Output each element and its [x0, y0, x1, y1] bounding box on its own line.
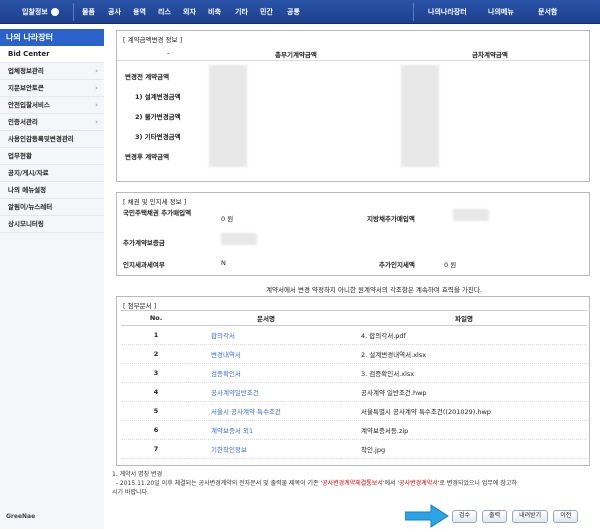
redacted-value: [453, 209, 489, 221]
header-doc: 문서명: [191, 310, 341, 326]
inspect-button[interactable]: 검수: [452, 510, 478, 523]
attachments-table: No. 문서명 파일명 1 합의각서 4. 합의각서.pdf 2 변경내역서 2…: [121, 310, 587, 459]
stamp-amount-label: 추가인지세액: [379, 261, 415, 269]
print-button[interactable]: 출력: [482, 510, 508, 523]
top-navigation-bar: 입찰정보 물품 공사 용역 리스 외자 비축 기타 민간 공통 나의나라장터 나…: [0, 0, 600, 24]
section-title: [ 채권 및 인지세 정보 ]: [123, 198, 187, 206]
table-row: 3 검증확인서 3. 검증확인서.xlsx: [121, 363, 587, 383]
footnote: 1. 계약서 명칭 변경 - 2015.11.20일 이후 체결되는 공사변경계…: [112, 471, 517, 496]
nav-lease[interactable]: 리스: [158, 0, 171, 24]
row-label-design: 1) 설계변경금액: [135, 93, 181, 101]
sidebar-title: 나의 나라장터: [0, 29, 104, 46]
notice-text: 계약서에서 변경 약정하지 아니한 원계약서의 각조항은 계속하여 효력을 가진…: [266, 286, 482, 294]
nav-my-market[interactable]: 나의나라장터: [428, 0, 467, 24]
nav-document-box[interactable]: 문서함: [538, 0, 557, 24]
greenae-logo: GreeNae: [6, 513, 36, 520]
table-row: 6 계약보증서 외1 계약보증서등.zip: [121, 420, 587, 440]
nav-service[interactable]: 용역: [133, 0, 146, 24]
redacted-value: [221, 233, 257, 245]
table-row: 4 공사계약일반조건 공사계약 일반조건.hwp: [121, 382, 587, 402]
download-button[interactable]: 내려받기: [512, 510, 549, 523]
header-no: No.: [121, 310, 191, 326]
document-link[interactable]: 검증확인서: [191, 363, 341, 383]
chevron-right-icon: ›: [95, 101, 98, 109]
sidebar-item-safe-bid[interactable]: 안전입찰서비스 ›: [0, 97, 104, 114]
pointer-arrow-icon: [405, 504, 449, 528]
document-link[interactable]: 기한착인정보: [191, 439, 341, 459]
nav-divider: [73, 3, 74, 21]
sidebar-item-monitoring[interactable]: 상시모니터링: [0, 216, 104, 233]
nav-etc[interactable]: 기타: [235, 0, 248, 24]
nav-common[interactable]: 공통: [287, 0, 300, 24]
table-header-row: - 총부기계약금액 금차계약금액: [117, 49, 589, 61]
sidebar-item-my-menu-settings[interactable]: 나의 메뉴설정: [0, 182, 104, 199]
stamp-tax-label: 인지세과세여부: [123, 261, 165, 269]
nav-divider: [413, 3, 414, 21]
bid-info-icon: [50, 8, 59, 16]
table-row: 7 기한착인정보 착인.jpg: [121, 439, 587, 459]
table-header-row: No. 문서명 파일명: [121, 310, 587, 326]
chevron-right-icon: ›: [95, 118, 98, 126]
action-buttons: 검수 출력 내려받기 이전: [452, 510, 579, 523]
table-row: 2 변경내역서 2. 설계변경내역서.xlsx: [121, 344, 587, 364]
national-bond-label: 국민주택채권 추가매입액: [123, 209, 192, 217]
sidebar-item-certificate[interactable]: 인증서관리 ›: [0, 114, 104, 131]
row-label-after: 변경후 계약금액: [125, 153, 170, 161]
file-name: 계약보증서등.zip: [341, 420, 587, 440]
nav-private[interactable]: 민간: [260, 0, 273, 24]
sidebar-item-seal-management[interactable]: 사용인감등록및변경관리: [0, 131, 104, 148]
attachments-section: [ 첨부문서 ] No. 문서명 파일명 1 합의각서 4. 합의각서.pdf …: [116, 296, 590, 466]
nav-construction[interactable]: 공사: [108, 0, 121, 24]
file-name: 2. 설계변경내역서.xlsx: [341, 344, 587, 364]
stamp-amount-value: 0 원: [444, 261, 457, 269]
bond-stamp-section: [ 채권 및 인지세 정보 ] 국민주택채권 추가매입액 0 원 지방채추가매입…: [116, 192, 590, 276]
national-bond-value: 0 원: [221, 215, 234, 223]
local-bond-label: 지방채추가매입액: [367, 215, 415, 223]
table-row: 5 서울시 공사계약 특수조건 서울특별시 공사계약 특수조건((201029)…: [121, 401, 587, 421]
sidebar-item-fingerprint-token[interactable]: 지문보안토큰 ›: [0, 80, 104, 97]
document-link[interactable]: 변경내역서: [191, 344, 341, 364]
chevron-right-icon: ›: [95, 67, 98, 75]
document-link[interactable]: 합의각서: [191, 325, 341, 345]
document-link[interactable]: 계약보증서 외1: [191, 420, 341, 440]
section-title: [ 첨부문서 ]: [123, 302, 157, 310]
sidebar-item-notice[interactable]: 공지/게시/자료: [0, 165, 104, 182]
header-file: 파일명: [341, 310, 587, 326]
section-title: [ 계약금액변경 정보 ]: [123, 36, 183, 44]
nav-bid-info[interactable]: 입찰정보: [22, 0, 59, 24]
table-row: 1 합의각서 4. 합의각서.pdf: [121, 325, 587, 345]
row-label-price: 2) 물가변경금액: [135, 113, 181, 121]
nav-goods[interactable]: 물품: [82, 0, 95, 24]
contract-change-section: [ 계약금액변경 정보 ] - 총부기계약금액 금차계약금액 변경전 계약금액 …: [116, 30, 590, 182]
chevron-right-icon: ›: [95, 84, 98, 92]
sidebar: 나의 나라장터 Bid Center 업체정보관리 › 지문보안토큰 › 안전입찰서…: [0, 29, 104, 529]
nav-foreign[interactable]: 외자: [183, 0, 196, 24]
file-name: 4. 합의각서.pdf: [341, 325, 587, 345]
redacted-value: [401, 65, 439, 167]
sidebar-item-work-status[interactable]: 업무현황: [0, 148, 104, 165]
file-name: 공사계약 일반조건.hwp: [341, 382, 587, 402]
nav-stockpile[interactable]: 비축: [208, 0, 221, 24]
sidebar-item-newsletter[interactable]: 알림이/뉴스레터: [0, 199, 104, 216]
nav-my-menu[interactable]: 나의메뉴: [488, 0, 514, 24]
file-name: 3. 검증확인서.xlsx: [341, 363, 587, 383]
file-name: 서울특별시 공사계약 특수조건((201029).hwp: [341, 401, 587, 421]
sidebar-item-bid-center[interactable]: Bid Center: [0, 46, 104, 63]
document-link[interactable]: 서울시 공사계약 특수조건: [191, 401, 341, 421]
redacted-value: [209, 65, 247, 167]
row-label-before: 변경전 계약금액: [125, 73, 170, 81]
stamp-tax-value: N: [221, 259, 226, 267]
row-label-other: 3) 기타변경금액: [135, 133, 181, 141]
extra-deposit-label: 추가계약보증금: [123, 239, 165, 247]
document-link[interactable]: 공사계약일반조건: [191, 382, 341, 402]
sidebar-item-company-info[interactable]: 업체정보관리 ›: [0, 63, 104, 80]
file-name: 착인.jpg: [341, 439, 587, 459]
back-button[interactable]: 이전: [553, 510, 579, 523]
